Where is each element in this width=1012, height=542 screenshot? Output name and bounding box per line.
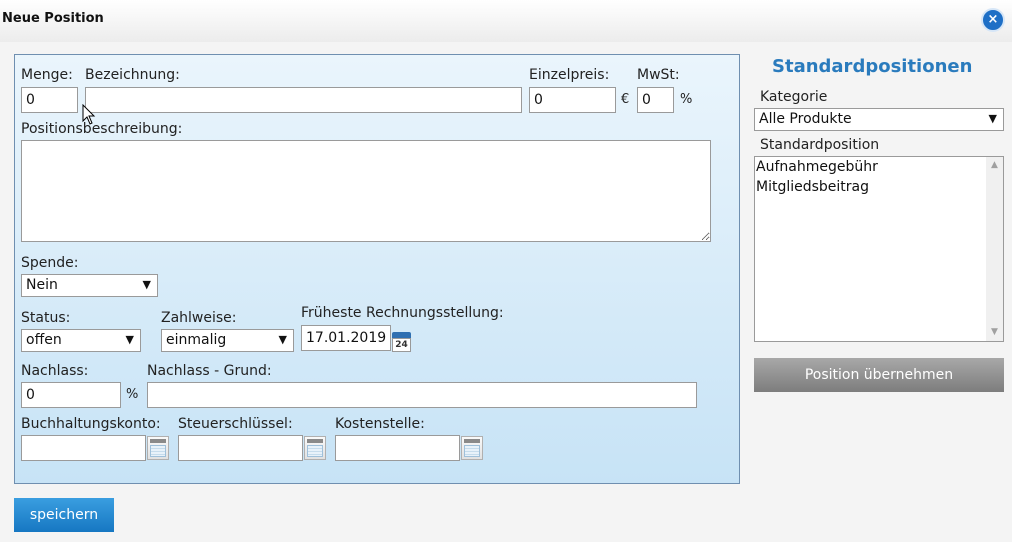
status-selected-value: offen xyxy=(26,332,62,348)
spende-label: Spende: xyxy=(21,255,79,271)
menge-input[interactable] xyxy=(21,87,78,113)
nachlass-grund-label: Nachlass - Grund: xyxy=(147,363,272,379)
list-item[interactable]: Aufnahmegebühr xyxy=(755,157,1003,177)
kostenstelle-input[interactable] xyxy=(335,435,460,461)
positionsbeschreibung-textarea[interactable] xyxy=(21,140,711,242)
dialog-title: Neue Position xyxy=(2,11,104,26)
steuerschluessel-label: Steuerschlüssel: xyxy=(178,416,293,432)
scroll-up-icon[interactable]: ▲ xyxy=(986,157,1003,174)
zahlweise-select[interactable]: einmalig ▼ xyxy=(161,329,294,352)
lookup-icon-header xyxy=(307,439,323,443)
rechnungsstellung-label: Früheste Rechnungsstellung: xyxy=(301,305,504,321)
dialog-titlebar: Neue Position × xyxy=(0,0,1012,42)
bezeichnung-input[interactable] xyxy=(85,87,522,113)
nachlass-grund-input[interactable] xyxy=(147,382,697,408)
kostenstelle-label: Kostenstelle: xyxy=(335,416,425,432)
kategorie-selected-value: Alle Produkte xyxy=(759,111,852,127)
chevron-down-icon: ▼ xyxy=(142,278,151,291)
mwst-label: MwSt: xyxy=(637,67,680,83)
mwst-unit: % xyxy=(680,92,693,107)
status-select[interactable]: offen ▼ xyxy=(21,329,141,352)
calendar-icon-day: 24 xyxy=(392,338,411,352)
mwst-input[interactable] xyxy=(637,87,674,113)
chevron-down-icon: ▼ xyxy=(278,333,287,346)
close-icon[interactable]: × xyxy=(981,8,1005,32)
kategorie-label: Kategorie xyxy=(760,89,828,105)
buchhaltungskonto-input[interactable] xyxy=(21,435,146,461)
kategorie-select[interactable]: Alle Produkte ▼ xyxy=(754,108,1004,131)
einzelpreis-unit: € xyxy=(621,92,630,107)
standardposition-label: Standardposition xyxy=(760,137,880,153)
nachlass-label: Nachlass: xyxy=(21,363,89,379)
buchhaltungskonto-label: Buchhaltungskonto: xyxy=(21,416,161,432)
lookup-list-icon[interactable] xyxy=(461,436,483,460)
lookup-list-icon[interactable] xyxy=(304,436,326,460)
lookup-icon-header xyxy=(464,439,480,443)
positionsbeschreibung-label: Positionsbeschreibung: xyxy=(21,121,183,137)
standardposition-listbox[interactable]: Aufnahmegebühr Mitgliedsbeitrag ▲ ▼ xyxy=(754,156,1004,342)
nachlass-unit: % xyxy=(126,387,139,402)
lookup-icon-body xyxy=(307,445,323,457)
save-button[interactable]: speichern xyxy=(14,498,114,532)
lookup-list-icon[interactable] xyxy=(147,436,169,460)
spende-selected-value: Nein xyxy=(26,277,58,293)
menge-label: Menge: xyxy=(21,67,73,83)
rechnungsstellung-date-input[interactable] xyxy=(301,325,391,351)
calendar-icon[interactable]: 24 xyxy=(392,332,411,352)
lookup-icon-body xyxy=(150,445,166,457)
list-item[interactable]: Mitgliedsbeitrag xyxy=(755,177,1003,197)
standardpositionen-title: Standardpositionen xyxy=(772,56,973,77)
chevron-down-icon: ▼ xyxy=(125,333,134,346)
scroll-down-icon[interactable]: ▼ xyxy=(986,324,1003,341)
nachlass-input[interactable] xyxy=(21,382,121,408)
zahlweise-label: Zahlweise: xyxy=(161,310,237,326)
chevron-down-icon: ▼ xyxy=(988,112,997,125)
lookup-icon-header xyxy=(150,439,166,443)
lookup-icon-body xyxy=(464,445,480,457)
einzelpreis-label: Einzelpreis: xyxy=(529,67,610,83)
status-label: Status: xyxy=(21,310,71,326)
bezeichnung-label: Bezeichnung: xyxy=(85,67,180,83)
spende-select[interactable]: Nein ▼ xyxy=(21,274,158,297)
steuerschluessel-input[interactable] xyxy=(178,435,303,461)
listbox-scrollbar[interactable]: ▲ ▼ xyxy=(986,157,1003,341)
position-uebernehmen-button[interactable]: Position übernehmen xyxy=(754,358,1004,392)
einzelpreis-input[interactable] xyxy=(529,87,616,113)
zahlweise-selected-value: einmalig xyxy=(166,332,227,348)
mouse-pointer-icon xyxy=(82,104,96,125)
